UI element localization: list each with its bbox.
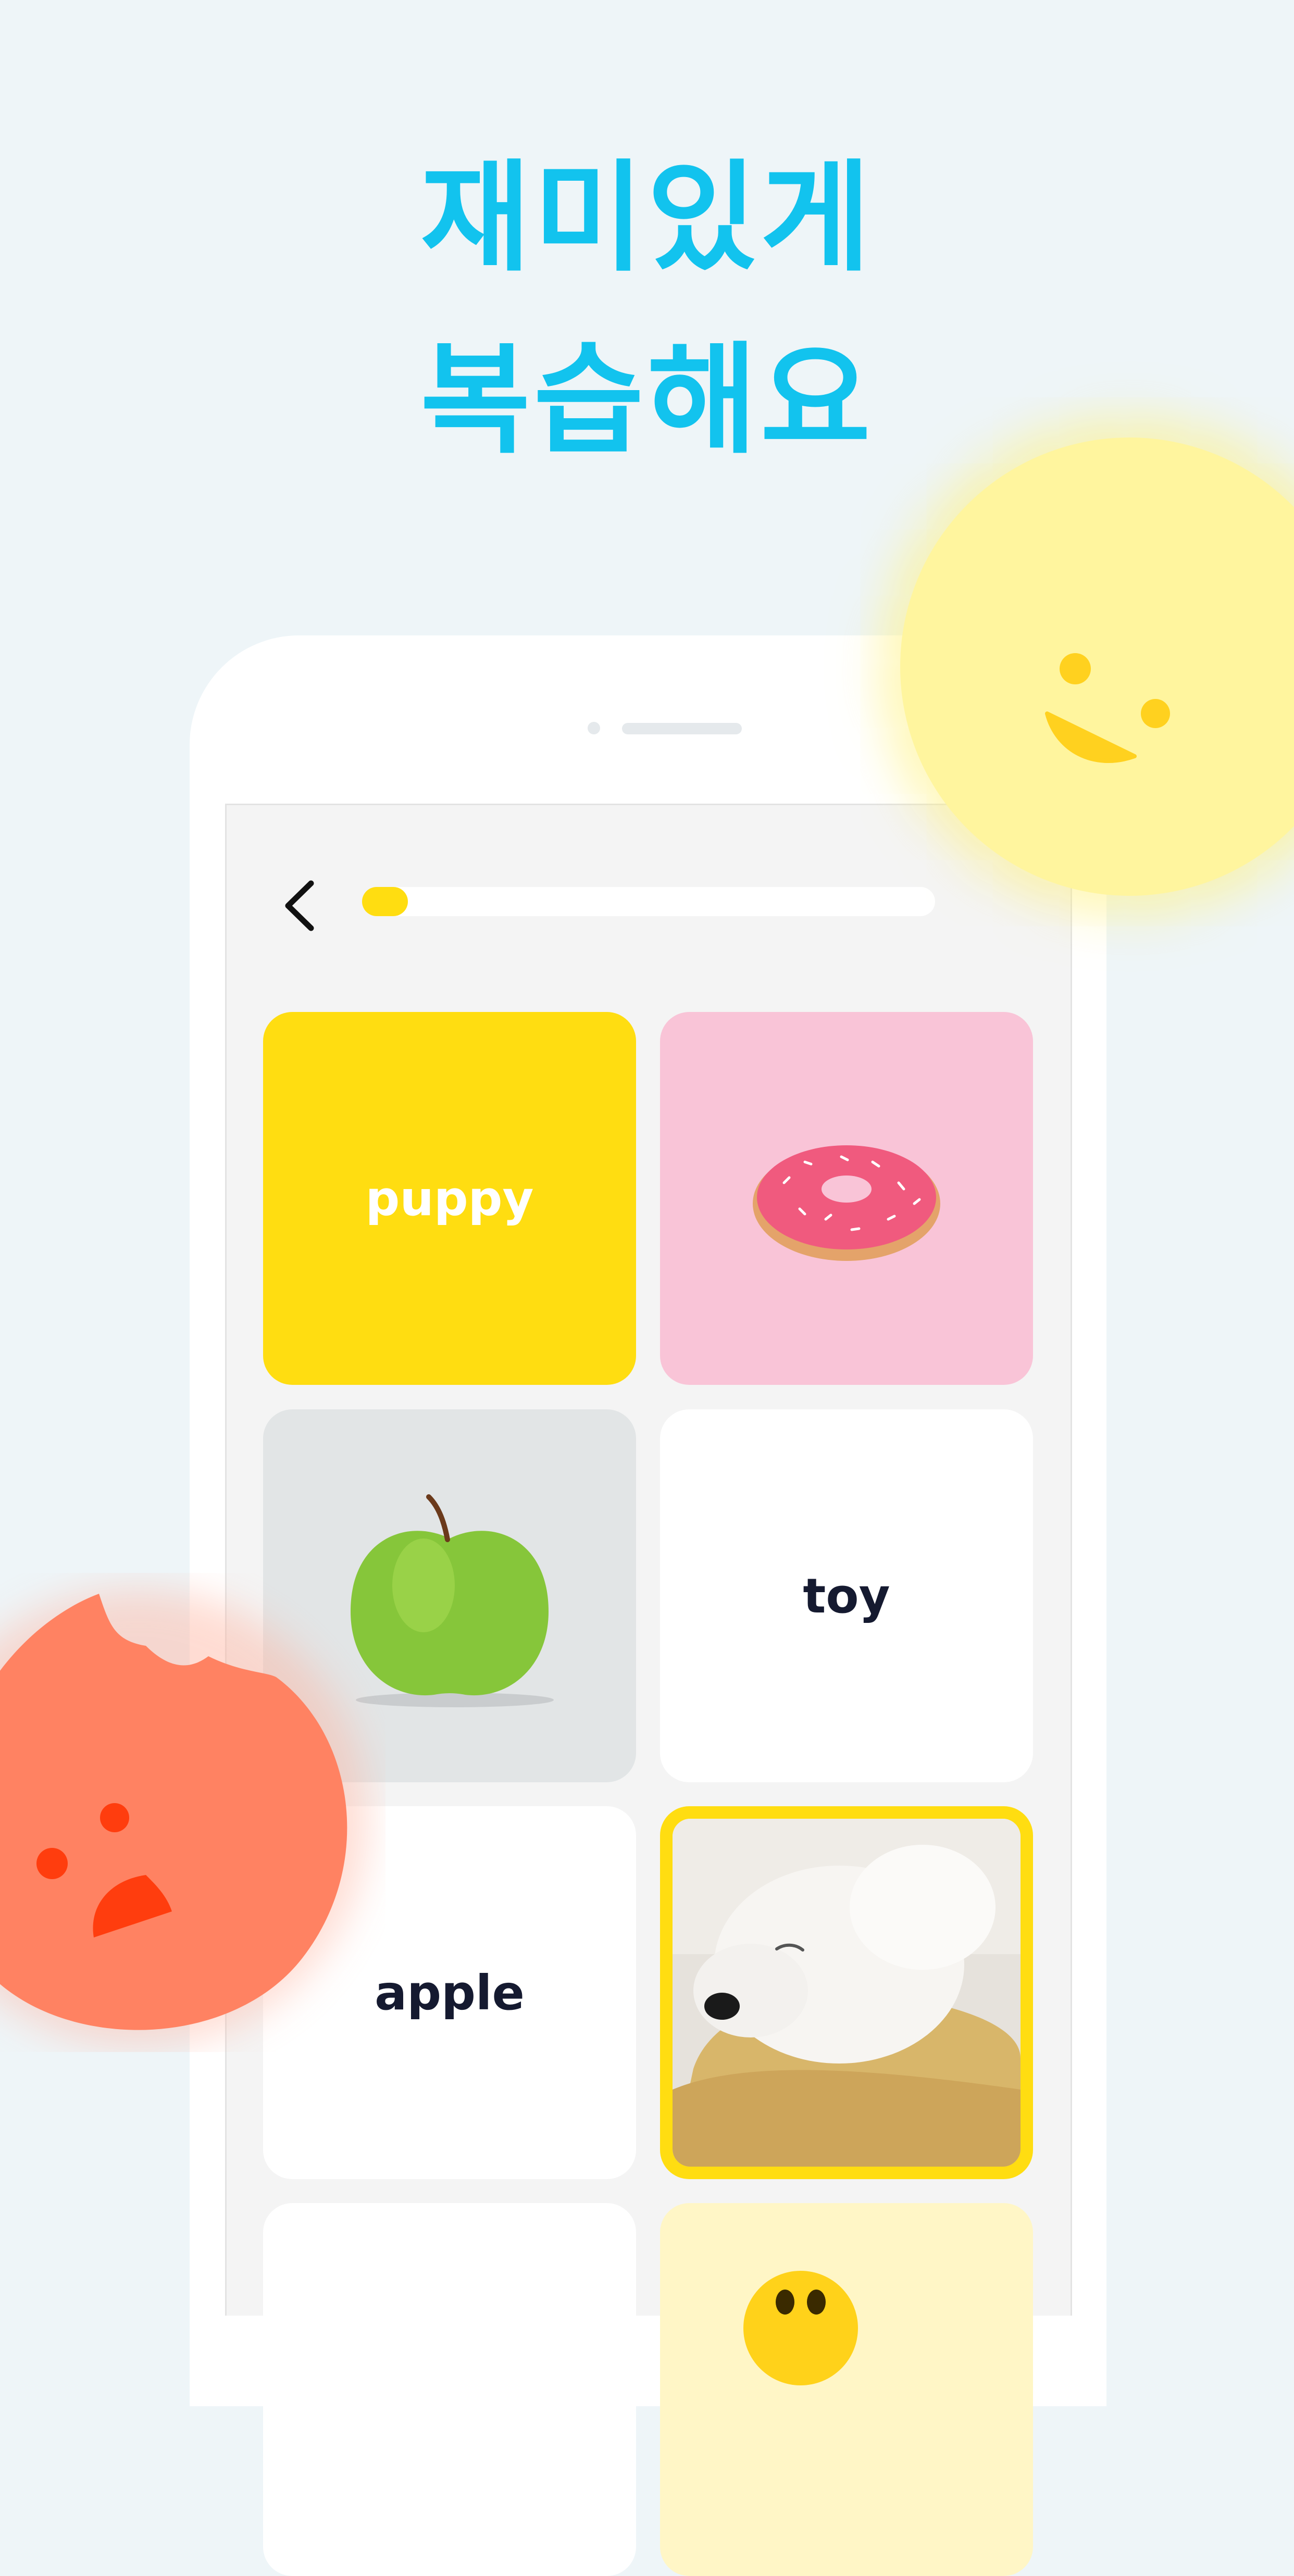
word-card-empty[interactable] — [263, 2203, 636, 2576]
word-card-puppy[interactable]: puppy — [263, 1012, 636, 1385]
card-word: puppy — [365, 1170, 534, 1227]
card-word: apple — [375, 1965, 525, 2021]
progress-fill — [362, 887, 408, 916]
dog-image — [673, 1819, 1021, 2167]
headline-line-1: 재미있게 — [420, 149, 874, 288]
progress-bar — [362, 887, 935, 916]
back-arrow-icon[interactable] — [277, 877, 324, 934]
app-screen: puppy toy apple — [225, 804, 1072, 2576]
yellow-character — [900, 437, 1294, 896]
image-card-emoji[interactable] — [660, 2203, 1033, 2576]
red-character — [0, 1573, 385, 2052]
smile-face-icon — [1045, 653, 1170, 763]
word-card-toy[interactable]: toy — [660, 1409, 1033, 1782]
image-card-dog-selected[interactable] — [660, 1806, 1033, 2179]
camera-dot — [588, 722, 600, 734]
phone-speaker — [622, 723, 742, 734]
emoji-image — [743, 2271, 858, 2385]
bitten-cookie-face-icon — [0, 1589, 367, 2047]
card-word: toy — [803, 1568, 890, 1624]
image-card-donut[interactable] — [660, 1012, 1033, 1385]
donut-image — [753, 1145, 940, 1261]
